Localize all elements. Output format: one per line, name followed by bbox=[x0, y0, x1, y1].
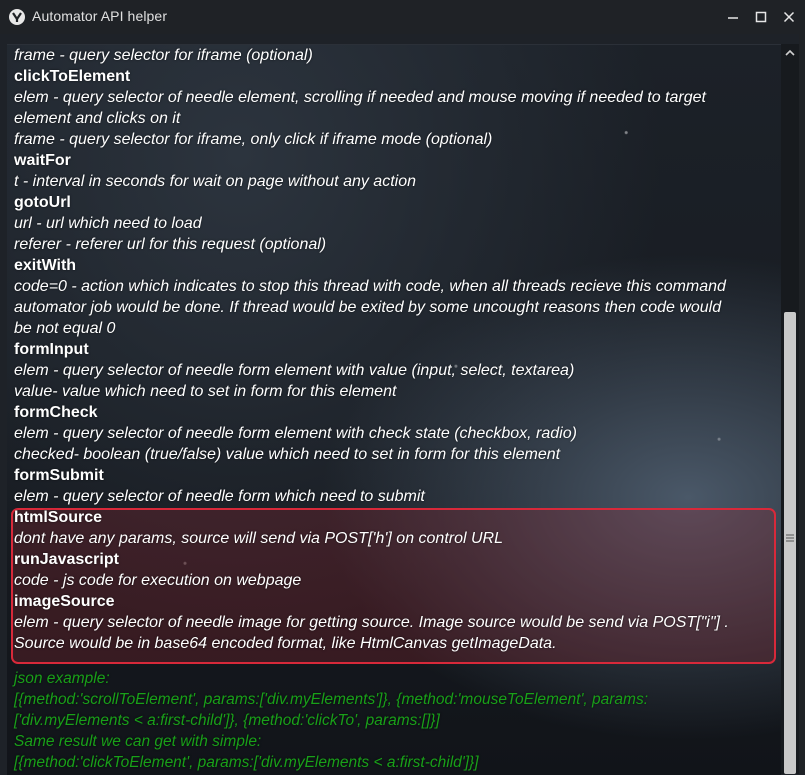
param-description: frame - query selector for iframe, only … bbox=[14, 131, 493, 148]
method-name: imageSource bbox=[14, 593, 115, 610]
method-name: gotoUrl bbox=[14, 194, 71, 211]
api-documentation: frame - query selector for iframe (optio… bbox=[14, 45, 774, 773]
param-description: elem - query selector of needle element,… bbox=[14, 89, 706, 106]
method-name: exitWith bbox=[14, 257, 77, 274]
automator-logo-icon bbox=[9, 9, 25, 25]
scroll-up-button[interactable] bbox=[781, 44, 799, 62]
method-name: formCheck bbox=[14, 404, 98, 421]
method-name: waitFor bbox=[14, 152, 71, 169]
param-description: elem - query selector of needle image fo… bbox=[14, 614, 729, 631]
method-name: formSubmit bbox=[14, 467, 104, 484]
param-description: checked- boolean (true/false) value whic… bbox=[14, 446, 561, 463]
close-icon bbox=[783, 11, 795, 23]
param-description: dont have any params, source will send v… bbox=[14, 530, 504, 547]
minimize-icon bbox=[728, 17, 738, 19]
vertical-scrollbar[interactable] bbox=[781, 44, 799, 774]
method-name: clickToElement bbox=[14, 68, 131, 85]
param-description: code=0 - action which indicates to stop … bbox=[14, 278, 726, 295]
param-description: referer - referer url for this request (… bbox=[14, 236, 327, 253]
param-description: value- value which need to set in form f… bbox=[14, 383, 397, 400]
param-description: code - js code for execution on webpage bbox=[14, 572, 302, 589]
method-name: formInput bbox=[14, 341, 89, 358]
json-example-line: Same result we can get with simple: bbox=[14, 733, 262, 750]
scroll-thumb[interactable] bbox=[784, 312, 796, 774]
json-example-line: ['div.myElements < a:first-child']}, {me… bbox=[14, 712, 440, 729]
scroll-up-arrow-icon bbox=[785, 49, 795, 56]
title-bar[interactable]: Automator API helper bbox=[0, 0, 805, 34]
window-title: Automator API helper bbox=[32, 8, 168, 24]
param-description: url - url which need to load bbox=[14, 215, 202, 232]
param-description: automator job would be done. If thread w… bbox=[14, 299, 722, 316]
param-description: elem - query selector of needle form ele… bbox=[14, 362, 575, 379]
param-description: elem - query selector of needle form whi… bbox=[14, 488, 425, 505]
window-edge bbox=[799, 34, 805, 774]
param-description: be not equal 0 bbox=[14, 320, 116, 337]
param-description: Source would be in base64 encoded format… bbox=[14, 635, 557, 652]
help-content-area[interactable]: frame - query selector for iframe (optio… bbox=[7, 44, 781, 775]
param-description: elem - query selector of needle form ele… bbox=[14, 425, 577, 442]
scroll-grip-icon bbox=[786, 534, 794, 542]
method-name: htmlSource bbox=[14, 509, 103, 526]
param-description: frame - query selector for iframe (optio… bbox=[14, 47, 313, 64]
method-name: runJavascript bbox=[14, 551, 119, 568]
json-example-heading: json example: bbox=[14, 670, 110, 687]
json-example-line: [{method:'clickToElement', params:['div.… bbox=[14, 754, 479, 771]
json-example-line: [{method:'scrollToElement', params:['div… bbox=[14, 691, 649, 708]
close-button[interactable] bbox=[772, 0, 805, 34]
param-description: t - interval in seconds for wait on page… bbox=[14, 173, 416, 190]
param-description: element and clicks on it bbox=[14, 110, 181, 127]
maximize-icon bbox=[755, 11, 767, 23]
